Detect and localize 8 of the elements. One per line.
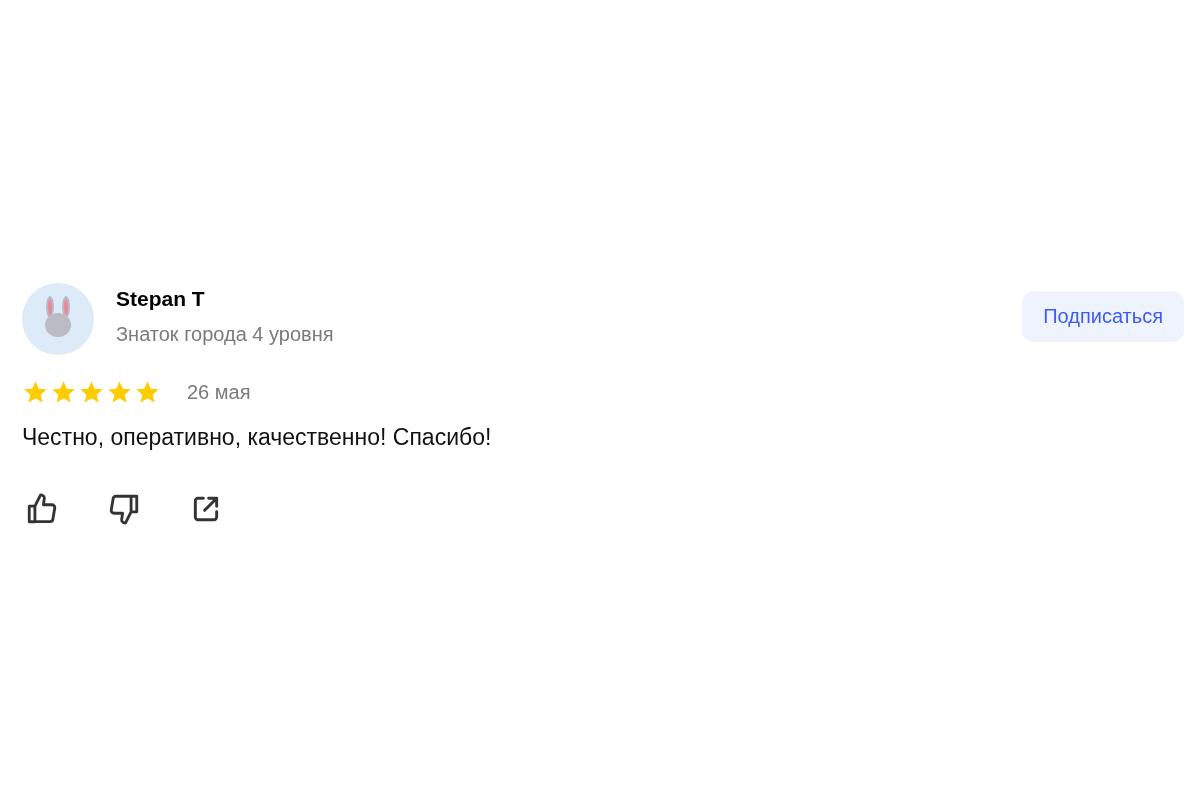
review-date: 26 мая	[187, 381, 251, 404]
subscribe-button[interactable]: Подписаться	[1022, 291, 1184, 342]
thumbs-up-icon	[25, 492, 59, 526]
review-text: Честно, оперативно, качественно! Спасибо!	[22, 424, 493, 451]
thumbs-down-icon	[107, 492, 141, 526]
author-level: Знаток города 4 уровня	[116, 323, 334, 346]
avatar	[22, 283, 94, 355]
author-name[interactable]: Stepan T	[116, 287, 334, 311]
